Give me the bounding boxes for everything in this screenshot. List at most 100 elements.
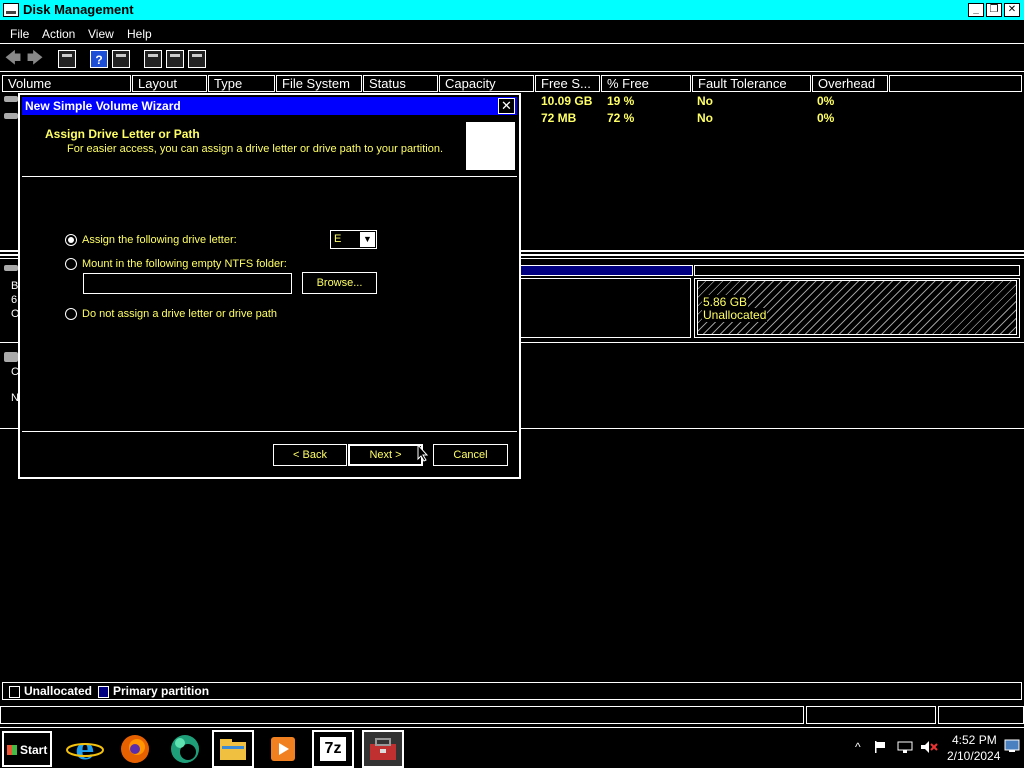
wizard-title: New Simple Volume Wizard: [25, 99, 181, 113]
minimize-button[interactable]: _: [968, 3, 984, 17]
start-label: Start: [20, 743, 48, 757]
wizard-footer-divider: [22, 431, 517, 432]
unallocated-swatch: [9, 686, 20, 698]
status-bar: [0, 705, 1024, 725]
column-type[interactable]: Type: [208, 75, 275, 92]
clock-time[interactable]: 4:52 PM: [952, 733, 997, 747]
column-volume[interactable]: Volume: [2, 75, 131, 92]
ntfs-folder-input[interactable]: [83, 273, 292, 294]
mount-folder-radio[interactable]: [65, 258, 77, 270]
window-title: Disk Management: [23, 2, 134, 17]
wizard-header-image: [466, 122, 515, 170]
free-space-cell: 72 MB: [541, 111, 577, 125]
menu-action[interactable]: Action: [42, 27, 75, 41]
settings-icon[interactable]: [188, 50, 206, 68]
forward-arrow-icon[interactable]: 🡆: [26, 50, 44, 68]
assign-letter-radio[interactable]: [65, 234, 77, 246]
menu-bar: File Action View Help: [0, 22, 1024, 44]
drive-letter-value: E: [334, 233, 342, 245]
status-cell-2: [806, 706, 936, 724]
wizard-close-button[interactable]: ✕: [498, 98, 515, 114]
unallocated-bar: [694, 265, 1020, 276]
dropdown-arrow-icon[interactable]: ▼: [360, 232, 375, 247]
wizard-heading: Assign Drive Letter or Path: [45, 127, 200, 141]
edit-icon[interactable]: [166, 50, 184, 68]
7-zip-icon[interactable]: 7z: [312, 730, 354, 768]
firefox-icon[interactable]: [114, 730, 156, 768]
column-capacity[interactable]: Capacity: [439, 75, 534, 92]
taskbar: Start e 7z ^ 4:52 PM 2/10/2024: [0, 727, 1024, 768]
disk-icon: [4, 265, 18, 271]
column-percent-free[interactable]: % Free: [601, 75, 691, 92]
tray-chevron-icon[interactable]: ^: [855, 740, 861, 754]
clock-date[interactable]: 2/10/2024: [947, 749, 1000, 763]
column-free-space[interactable]: Free S...: [535, 75, 600, 92]
primary-partition-bar: [519, 265, 693, 276]
column-filler: [889, 75, 1022, 92]
wizard-subheading: For easier access, you can assign a driv…: [67, 143, 444, 155]
wizard-title-bar[interactable]: New Simple Volume Wizard ✕: [22, 97, 517, 115]
status-cell-main: [0, 706, 804, 724]
column-fault-tolerance[interactable]: Fault Tolerance: [692, 75, 811, 92]
file-explorer-icon[interactable]: [212, 730, 254, 768]
back-button[interactable]: < Back: [273, 444, 347, 466]
rescan-disks-icon[interactable]: [144, 50, 162, 68]
column-status[interactable]: Status: [363, 75, 438, 92]
mount-folder-label[interactable]: Mount in the following empty NTFS folder…: [82, 258, 287, 270]
primary-partition-swatch: [98, 686, 109, 698]
overhead-cell: 0%: [817, 94, 835, 108]
unallocated-label: Unallocated: [702, 308, 768, 322]
svg-text:e: e: [75, 732, 94, 767]
disk0-label-size: 6: [11, 294, 18, 306]
menu-help[interactable]: Help: [127, 27, 152, 41]
column-overhead[interactable]: Overhead: [812, 75, 888, 92]
status-cell-3: [938, 706, 1024, 724]
close-button[interactable]: ✕: [1004, 3, 1020, 17]
cdrom-icon: [4, 352, 18, 362]
legend-primary-partition: Primary partition: [113, 684, 210, 698]
mouse-cursor-icon: [417, 444, 429, 462]
internet-explorer-icon[interactable]: e: [64, 730, 106, 768]
network-icon[interactable]: [897, 740, 913, 757]
show-hide-console-tree-icon[interactable]: [58, 50, 76, 68]
back-arrow-icon[interactable]: 🡄: [4, 50, 22, 68]
help-icon[interactable]: ?: [90, 50, 108, 68]
fault-tolerance-cell: No: [697, 111, 713, 125]
edge-icon[interactable]: [164, 730, 206, 768]
drive-letter-select[interactable]: E ▼: [330, 230, 377, 249]
wizard-header: Assign Drive Letter or Path For easier a…: [22, 115, 517, 177]
no-letter-label[interactable]: Do not assign a drive letter or drive pa…: [82, 308, 277, 320]
restore-button[interactable]: ❐: [986, 3, 1002, 17]
menu-file[interactable]: File: [10, 27, 29, 41]
assign-letter-label[interactable]: Assign the following drive letter:: [82, 234, 237, 246]
volume-icon: [4, 96, 18, 102]
column-file-system[interactable]: File System: [276, 75, 362, 92]
primary-partition-box[interactable]: [519, 278, 691, 338]
legend: Unallocated Primary partition: [2, 682, 1022, 700]
unallocated-size: 5.86 GB: [702, 295, 749, 309]
media-player-icon[interactable]: [262, 730, 304, 768]
computer-management-icon[interactable]: [362, 730, 404, 768]
menu-view[interactable]: View: [88, 27, 114, 41]
browse-button[interactable]: Browse...: [302, 272, 377, 294]
overhead-cell: 0%: [817, 111, 835, 125]
disk-management-icon: [3, 3, 19, 17]
percent-free-cell: 72 %: [607, 111, 635, 125]
cancel-button[interactable]: Cancel: [433, 444, 508, 466]
title-bar: Disk Management _ ❐ ✕: [0, 0, 1024, 20]
volume-muted-icon[interactable]: [920, 740, 938, 757]
legend-unallocated: Unallocated: [24, 684, 93, 698]
percent-free-cell: 19 %: [607, 94, 635, 108]
properties-icon[interactable]: [112, 50, 130, 68]
start-button[interactable]: Start: [2, 731, 52, 767]
next-button[interactable]: Next >: [348, 444, 423, 466]
action-center-flag-icon[interactable]: [873, 740, 887, 757]
windows-logo-icon: [7, 745, 17, 755]
toolbar: 🡄 🡆 ?: [0, 46, 1024, 72]
no-letter-radio[interactable]: [65, 308, 77, 320]
7-zip-label: 7z: [320, 737, 346, 761]
column-layout[interactable]: Layout: [132, 75, 207, 92]
volume-list-header: Volume Layout Type File System Status Ca…: [0, 75, 1024, 92]
free-space-cell: 10.09 GB: [541, 94, 593, 108]
show-desktop-icon[interactable]: [1004, 738, 1020, 757]
